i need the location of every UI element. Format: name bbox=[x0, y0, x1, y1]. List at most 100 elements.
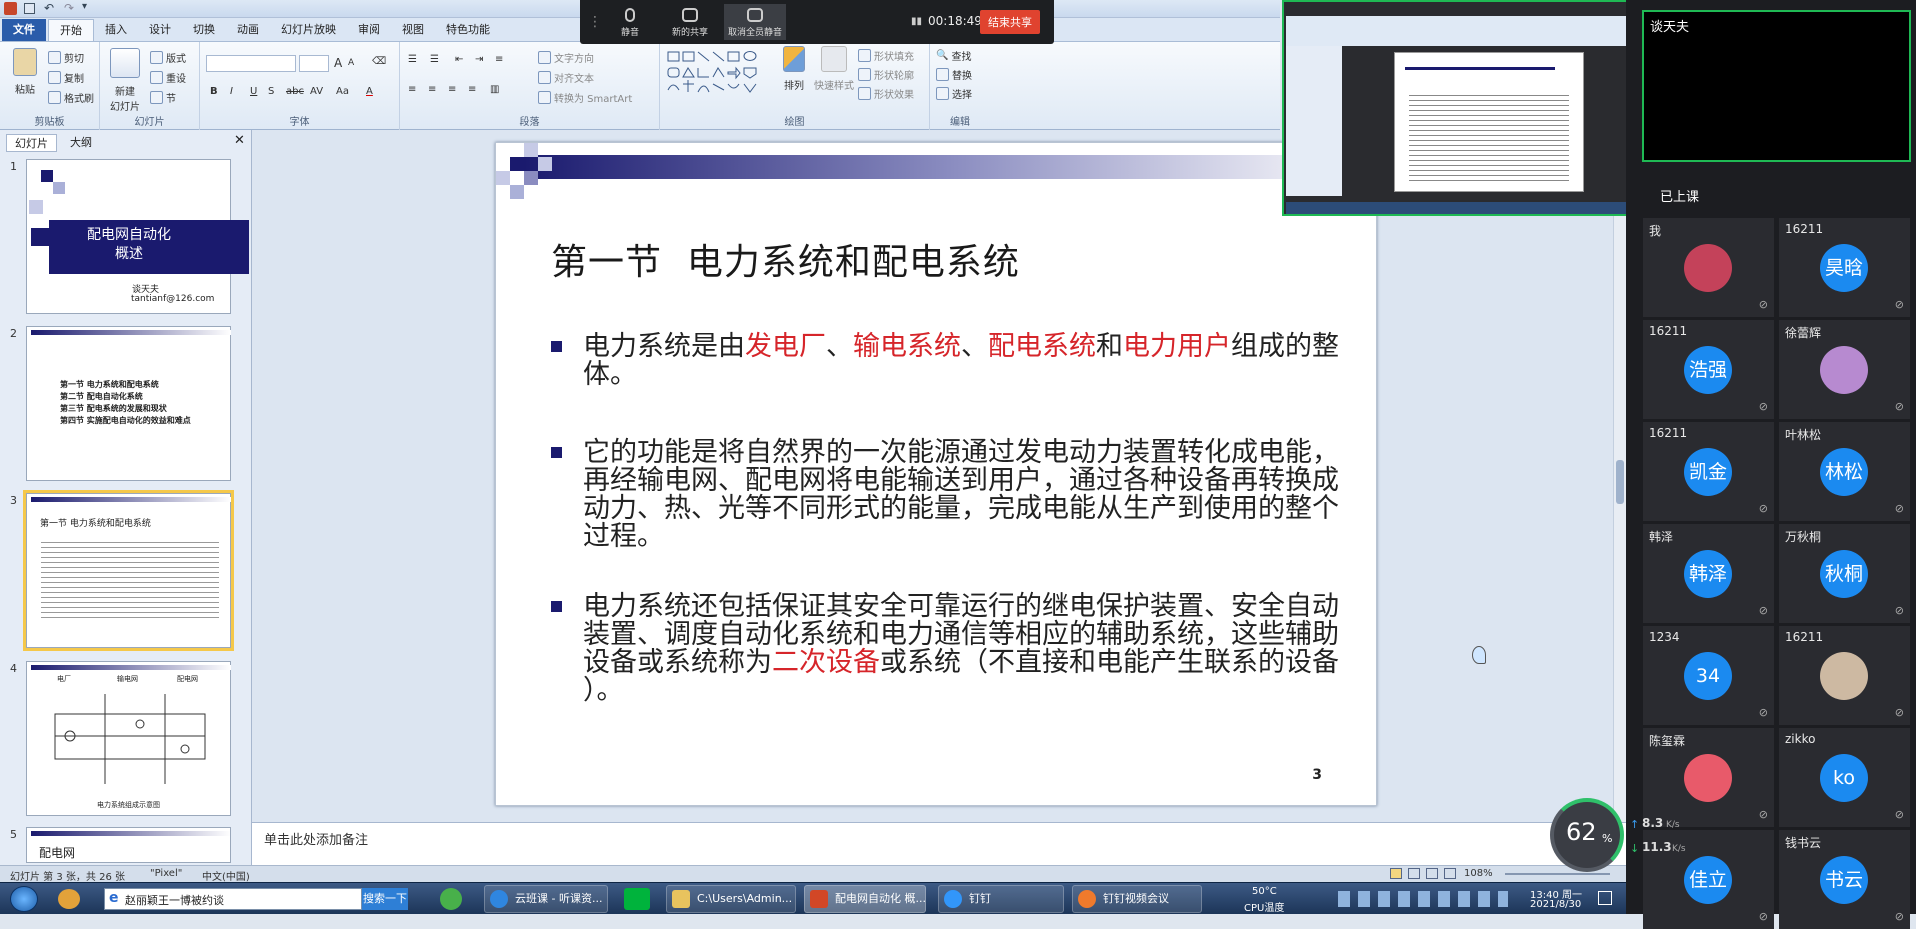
decrease-indent-icon[interactable]: ⇤ bbox=[455, 54, 463, 65]
zoom-level[interactable]: 108% bbox=[1464, 868, 1493, 879]
unmute-all-button[interactable]: 取消全员静音 bbox=[724, 4, 786, 40]
vertical-scrollbar[interactable] bbox=[1613, 130, 1626, 822]
save-icon[interactable] bbox=[24, 3, 35, 14]
scroll-thumb[interactable] bbox=[1616, 460, 1624, 504]
network-speed-widget[interactable]: 62 % ↑ 8.3 K/s ↓ 11.3 K/s bbox=[1550, 798, 1700, 874]
participant-tile[interactable]: 16211 凯金 ⊘ bbox=[1643, 422, 1774, 521]
change-case-button[interactable]: Aa bbox=[336, 86, 349, 97]
text-direction-button[interactable]: 文字方向 bbox=[538, 50, 594, 65]
increase-indent-icon[interactable]: ⇥ bbox=[475, 54, 483, 65]
shape-outline-button[interactable]: 形状轮廓 bbox=[858, 67, 914, 82]
tab-file[interactable]: 文件 bbox=[2, 19, 46, 41]
shape-effects-button[interactable]: 形状效果 bbox=[858, 86, 914, 101]
bullet-item[interactable]: 电力系统是由发电厂、输电系统、配电系统和电力用户组成的整体。 bbox=[551, 333, 1341, 389]
tab-animations[interactable]: 动画 bbox=[226, 19, 270, 41]
smartart-button[interactable]: 转换为 SmartArt bbox=[538, 90, 632, 105]
tab-insert[interactable]: 插入 bbox=[94, 19, 138, 41]
refresh-icon[interactable] bbox=[440, 888, 462, 910]
slide-thumbnail-1[interactable]: 配电网自动化 概述 谈天夫 tantianf@126.com bbox=[26, 159, 249, 314]
bullet-item[interactable]: 它的功能是将自然界的一次能源通过发电动力装置转化成电能，再经输电网、配电网将电能… bbox=[551, 439, 1341, 551]
tab-features[interactable]: 特色功能 bbox=[435, 19, 501, 41]
replace-button[interactable]: 替换 bbox=[936, 67, 972, 82]
taskbar-app-explorer[interactable]: C:\Users\Admin... bbox=[666, 885, 796, 913]
font-color-button[interactable]: A bbox=[366, 86, 373, 97]
grow-font-button[interactable]: A bbox=[334, 56, 342, 70]
participant-tile[interactable]: 韩泽 韩泽 ⊘ bbox=[1643, 524, 1774, 623]
share-preview-window[interactable] bbox=[1282, 0, 1628, 216]
select-button[interactable]: 选择 bbox=[936, 86, 972, 101]
new-share-button[interactable]: 新的共享 bbox=[662, 4, 718, 40]
italic-button[interactable]: I bbox=[230, 86, 233, 97]
justify-icon[interactable]: ≡ bbox=[468, 84, 476, 95]
redo-icon[interactable]: ↷ bbox=[64, 1, 74, 15]
taskbar-app-dingtalk-meeting[interactable]: 钉钉视频会议 bbox=[1072, 885, 1202, 913]
participant-tile[interactable]: 徐蕾辉 ⊘ bbox=[1779, 320, 1910, 419]
font-family-select[interactable] bbox=[206, 55, 296, 72]
underline-button[interactable]: U bbox=[250, 86, 257, 97]
shadow-button[interactable]: S bbox=[268, 86, 274, 97]
quick-styles-button[interactable]: 快速样式 bbox=[814, 46, 854, 92]
undo-icon[interactable]: ↶ bbox=[44, 1, 54, 15]
tab-transitions[interactable]: 切换 bbox=[182, 19, 226, 41]
slide-thumbnail-4[interactable]: 电厂 输电网 配电网 电力系统组成示意图 bbox=[26, 661, 231, 816]
bullets-icon[interactable]: ☰ bbox=[408, 54, 417, 65]
align-text-button[interactable]: 对齐文本 bbox=[538, 70, 594, 85]
participant-tile[interactable]: 16211 昊晗 ⊘ bbox=[1779, 218, 1910, 317]
participant-tile[interactable]: zikko ko ⊘ bbox=[1779, 728, 1910, 827]
search-box[interactable]: e 赵丽颖王一博被约谈 bbox=[104, 888, 362, 910]
tab-review[interactable]: 审阅 bbox=[347, 19, 391, 41]
slideshow-view-icon[interactable] bbox=[1444, 868, 1456, 879]
cut-button[interactable]: 剪切 bbox=[48, 50, 84, 65]
align-center-icon[interactable]: ≡ bbox=[428, 84, 436, 95]
strike-button[interactable]: abc bbox=[286, 86, 304, 97]
taskbar-app-powerpoint[interactable]: 配电网自动化 概... bbox=[804, 885, 926, 913]
layout-button[interactable]: 版式 bbox=[150, 50, 186, 65]
bullet-item[interactable]: 电力系统还包括保证其安全可靠运行的继电保护装置、安全自动装置、调度自动化系统和电… bbox=[551, 593, 1341, 705]
participant-tile[interactable]: 16211 浩强 ⊘ bbox=[1643, 320, 1774, 419]
taskbar-app-cloudclass[interactable]: 云班课 - 听课资... bbox=[484, 885, 608, 913]
notes-pane[interactable]: 单击此处添加备注 bbox=[252, 822, 1626, 866]
align-right-icon[interactable]: ≡ bbox=[448, 84, 456, 95]
new-slide-button[interactable]: 新建 幻灯片 bbox=[106, 48, 144, 113]
slide-title[interactable]: 第一节 电力系统和配电系统 bbox=[551, 233, 1020, 285]
normal-view-icon[interactable] bbox=[1390, 868, 1402, 879]
participant-tile[interactable]: 我 ⊘ bbox=[1643, 218, 1774, 317]
notes-placeholder[interactable]: 单击此处添加备注 bbox=[264, 829, 368, 848]
mute-button[interactable]: 静音 bbox=[602, 4, 658, 40]
start-button-icon[interactable] bbox=[10, 886, 38, 912]
end-share-button[interactable]: 结束共享 bbox=[980, 10, 1040, 34]
tab-slideshow[interactable]: 幻灯片放映 bbox=[270, 19, 347, 41]
tab-home[interactable]: 开始 bbox=[48, 19, 94, 41]
tab-view[interactable]: 视图 bbox=[391, 19, 435, 41]
close-icon[interactable]: ✕ bbox=[234, 133, 245, 148]
presenter-video[interactable]: 谈天夫 bbox=[1642, 10, 1911, 162]
find-button[interactable]: 🔍 查找 bbox=[936, 48, 971, 63]
participant-tile[interactable]: 万秋桐 秋桐 ⊘ bbox=[1779, 524, 1910, 623]
participant-tile[interactable]: 钱书云 书云 ⊘ bbox=[1779, 830, 1910, 929]
section-button[interactable]: 节 bbox=[150, 90, 176, 105]
font-size-select[interactable] bbox=[299, 55, 329, 72]
slide-canvas[interactable]: 第一节 电力系统和配电系统 电力系统是由发电厂、输电系统、配电系统和电力用户组成… bbox=[495, 142, 1377, 806]
customize-icon[interactable]: ▾ bbox=[82, 1, 87, 12]
format-painter-button[interactable]: 格式刷 bbox=[48, 90, 94, 105]
bold-button[interactable]: B bbox=[210, 86, 218, 97]
reset-button[interactable]: 重设 bbox=[150, 70, 186, 85]
action-center-icon[interactable] bbox=[1598, 891, 1612, 905]
numbering-icon[interactable]: ☰ bbox=[430, 54, 439, 65]
clear-format-icon[interactable]: ⌫ bbox=[372, 56, 386, 67]
tab-design[interactable]: 设计 bbox=[138, 19, 182, 41]
arrange-button[interactable]: 排列 bbox=[778, 46, 810, 92]
paste-button[interactable]: 粘贴 bbox=[8, 48, 42, 96]
iqiyi-icon[interactable] bbox=[624, 888, 650, 910]
columns-icon[interactable]: ▥ bbox=[490, 84, 499, 95]
drag-handle[interactable]: ⋮ bbox=[588, 14, 602, 30]
taskbar-app-dingtalk[interactable]: 钉钉 bbox=[938, 885, 1064, 913]
copy-button[interactable]: 复制 bbox=[48, 70, 84, 85]
slide-thumbnail-2[interactable]: 第一节 电力系统和配电系统 第二节 配电自动化系统 第三节 配电系统的发展和现状… bbox=[26, 326, 231, 481]
tab-outline[interactable]: 大纲 bbox=[62, 134, 100, 152]
slide-thumbnail-3[interactable]: 第一节 电力系统和配电系统 bbox=[23, 490, 234, 651]
participant-tile[interactable]: 16211 ⊘ bbox=[1779, 626, 1910, 725]
search-button[interactable]: 搜索一下 bbox=[362, 888, 408, 910]
slide-thumbnail-5[interactable]: 配电网 bbox=[26, 827, 231, 863]
sorter-view-icon[interactable] bbox=[1408, 868, 1420, 879]
